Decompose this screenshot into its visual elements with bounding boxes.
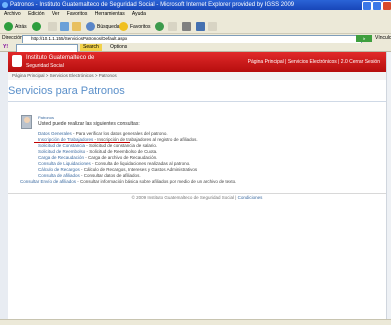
footer-text: © 2009 Instituto Guatemalteco de Segurid…: [131, 195, 238, 200]
service-link[interactable]: Cálculo de Recargos: [38, 167, 80, 172]
address-bar: Dirección http://10.1.1.155/ServiciosPat…: [0, 34, 391, 44]
service-desc: - Carga de archivo de Recaudación.: [84, 155, 158, 160]
print-icon[interactable]: [182, 22, 191, 31]
maximize-button[interactable]: [372, 1, 382, 10]
igss-logo-icon: [12, 55, 22, 67]
service-desc: - Consulta de liquidaciones realizadas a…: [90, 161, 191, 166]
service-desc: - Cálculo de Recargos, Intereses y Gasto…: [79, 167, 198, 172]
back-label[interactable]: Atrás: [15, 24, 27, 30]
service-desc: - Solicitud de constancia de salario.: [85, 143, 158, 148]
vertical-scrollbar[interactable]: [386, 52, 391, 320]
page-footer: © 2009 Instituto Guatemalteco de Segurid…: [8, 193, 386, 201]
service-link[interactable]: Datos Generales: [38, 131, 72, 136]
menu-archivo[interactable]: Archivo: [4, 11, 21, 17]
service-desc: - Consultar datos de afiliados.: [79, 173, 141, 178]
search-label[interactable]: Búsqueda: [97, 24, 120, 30]
banner-title-line1: Instituto Guatemalteco de: [26, 55, 95, 61]
page-title: Servicios para Patronos: [8, 85, 125, 97]
ie-icon: [2, 2, 8, 8]
service-link[interactable]: Solicitud de Constancia: [38, 143, 85, 148]
list-item: Carga de Recaudación - Carga de archivo …: [38, 155, 157, 160]
greeting: Patronos: [38, 115, 55, 120]
menu-ver[interactable]: Ver: [52, 11, 60, 17]
yahoo-logo[interactable]: Y!: [3, 43, 8, 52]
list-item: Cálculo de Recargos - Cálculo de Recargo…: [38, 167, 197, 172]
home-icon[interactable]: [72, 22, 81, 31]
avatar: [21, 115, 32, 129]
menu-edicion[interactable]: Edición: [28, 11, 44, 17]
menu-bar: Archivo Edición Ver Favoritos Herramient…: [0, 10, 391, 19]
list-item: Solicitud de Reembolso - Solicitud de Re…: [38, 149, 157, 154]
menu-favoritos[interactable]: Favoritos: [67, 11, 88, 17]
edit-icon[interactable]: [196, 22, 205, 31]
search-icon[interactable]: [86, 22, 95, 31]
menu-ayuda[interactable]: Ayuda: [132, 11, 146, 17]
favorites-star-icon[interactable]: [119, 22, 128, 31]
banner-nav-links[interactable]: Página Principal | Servicios Electrónico…: [248, 59, 380, 65]
list-item: Consulta de Liquidaciones - Consulta de …: [38, 161, 190, 166]
menu-herramientas[interactable]: Herramientas: [95, 11, 125, 17]
service-link[interactable]: Consultar Envío de afiliados: [20, 179, 76, 184]
links-label[interactable]: Vínculos: [375, 34, 391, 43]
service-link[interactable]: Consulta de Liquidaciones: [38, 161, 91, 166]
status-bar: [0, 319, 391, 325]
intro-text: Usted puede realizar las siguientes cons…: [38, 121, 140, 127]
banner-title-line2: Seguridad Social: [26, 63, 64, 69]
window-titlebar: Patronos - Instituto Guatemalteco de Seg…: [0, 0, 391, 10]
service-link[interactable]: Consulta de afiliados: [38, 173, 80, 178]
service-link[interactable]: Solicitud de Reembolso: [38, 149, 85, 154]
close-button[interactable]: [382, 1, 391, 10]
page-left-margin: [0, 52, 8, 320]
footer-link[interactable]: Condiciones: [238, 195, 263, 200]
refresh-icon[interactable]: [60, 22, 69, 31]
list-item: Solicitud de Constancia - Solicitud de c…: [38, 143, 157, 148]
back-arrow-icon[interactable]: [4, 22, 13, 31]
minimize-button[interactable]: [362, 1, 372, 10]
list-item: Consultar Envío de afiliados - Consultar…: [20, 179, 236, 184]
toolbar: Atrás Búsqueda Favoritos: [0, 19, 391, 34]
discuss-icon[interactable]: [208, 22, 217, 31]
go-button[interactable]: Ir: [356, 35, 372, 42]
service-desc: - Consultar información básica sobre afi…: [76, 179, 237, 184]
title-divider: [8, 101, 386, 102]
favorites-label[interactable]: Favoritos: [130, 24, 151, 30]
stop-icon[interactable]: [48, 22, 57, 31]
service-desc: - Solicitud de Reembolso de Cuota.: [85, 149, 158, 154]
service-link[interactable]: Carga de Recaudación: [38, 155, 84, 160]
yahoo-search-button[interactable]: Search: [80, 44, 102, 51]
site-banner: Instituto Guatemalteco de Seguridad Soci…: [8, 52, 386, 72]
yahoo-toolbar: Y! Search Options: [0, 43, 391, 53]
list-item: Datos Generales - Para verificar los dat…: [38, 131, 168, 136]
breadcrumb[interactable]: Página Principal > Servicios Electrónico…: [8, 72, 386, 80]
service-desc: - Para verificar los datos generales del…: [71, 131, 168, 136]
forward-arrow-icon[interactable]: [32, 22, 41, 31]
list-item: Consulta de afiliados - Consultar datos …: [38, 173, 141, 178]
history-icon[interactable]: [155, 22, 164, 31]
mail-icon[interactable]: [168, 22, 177, 31]
window-title: Patronos - Instituto Guatemalteco de Seg…: [10, 2, 295, 8]
address-label: Dirección: [2, 35, 23, 41]
yahoo-options[interactable]: Options: [110, 43, 127, 52]
address-url: http://10.1.1.155/ServiciosPatronos/Defa…: [31, 36, 128, 41]
